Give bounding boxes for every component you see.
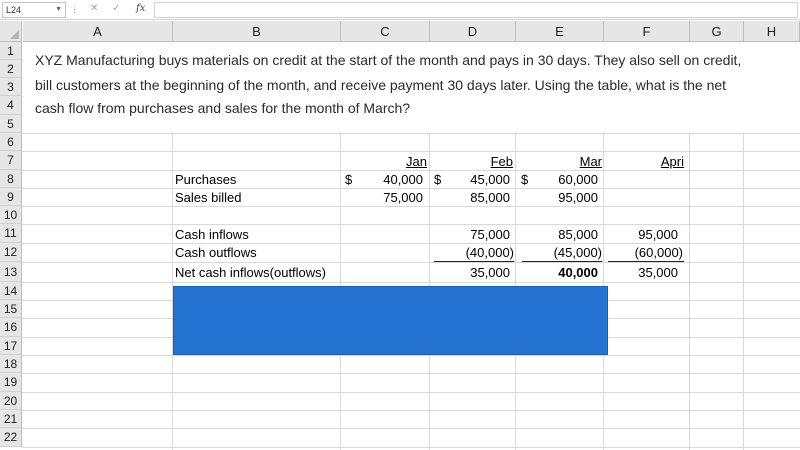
function-icon[interactable]: fx [136, 3, 145, 14]
column-header-e[interactable]: E [516, 21, 604, 42]
cash-outflows-mar[interactable]: (45,000) [528, 245, 602, 260]
question-line-3: cash flow from purchases and sales for t… [35, 100, 411, 116]
row-header[interactable]: 14 [0, 282, 22, 300]
name-box[interactable]: L24 ▼ [2, 2, 66, 18]
more-icon: ⋮ [70, 4, 79, 14]
net-cash-apr[interactable]: 35,000 [620, 265, 678, 280]
enter-icon[interactable]: ✓ [112, 3, 120, 14]
cash-inflows-apr[interactable]: 95,000 [620, 227, 678, 242]
purchases-jan[interactable]: 40,000 [360, 172, 423, 187]
row-header[interactable]: 19 [0, 373, 22, 392]
row-header[interactable]: 9 [0, 188, 22, 206]
answer-cover-box[interactable] [173, 286, 608, 355]
sales-billed-mar[interactable]: 95,000 [536, 190, 598, 205]
row-header[interactable]: 13 [0, 262, 22, 282]
row-header[interactable]: 15 [0, 300, 22, 318]
month-header-apr[interactable]: Apri [630, 154, 684, 169]
cash-inflows-feb[interactable]: 75,000 [450, 227, 510, 242]
month-header-mar[interactable]: Mar [550, 154, 602, 169]
column-header-a[interactable]: A [23, 21, 173, 42]
question-line-2: bill customers at the beginning of the m… [35, 77, 727, 93]
cash-outflows-feb[interactable]: (40,000) [440, 245, 514, 260]
currency-symbol: $ [521, 172, 529, 187]
row-header[interactable]: 7 [0, 151, 22, 170]
purchases-feb[interactable]: 45,000 [450, 172, 510, 187]
chevron-down-icon[interactable]: ▼ [55, 3, 62, 17]
row-header[interactable]: 4 [0, 96, 22, 115]
row-header[interactable]: 21 [0, 410, 22, 428]
sum-underline [608, 261, 684, 262]
column-header-c[interactable]: C [341, 21, 430, 42]
row-header[interactable]: 10 [0, 206, 22, 224]
row-header[interactable]: 22 [0, 428, 22, 447]
row-header[interactable]: 11 [0, 224, 22, 243]
row-header[interactable]: 1 [0, 42, 22, 60]
row-header[interactable]: 8 [0, 170, 22, 188]
question-line-1: XYZ Manufacturing buys materials on cred… [35, 52, 742, 68]
column-header-d[interactable]: D [430, 21, 516, 42]
formula-input[interactable] [154, 2, 798, 18]
name-box-value: L24 [6, 5, 22, 15]
cash-inflows-label[interactable]: Cash inflows [175, 227, 249, 242]
row-header[interactable]: 6 [0, 133, 22, 151]
sales-billed-label[interactable]: Sales billed [175, 190, 242, 205]
sales-billed-feb[interactable]: 85,000 [450, 190, 510, 205]
row-header[interactable]: 12 [0, 243, 22, 262]
currency-symbol: $ [345, 172, 353, 187]
net-cash-feb[interactable]: 35,000 [450, 265, 510, 280]
row-header[interactable]: 20 [0, 392, 22, 410]
column-header-h[interactable]: H [744, 21, 800, 42]
cash-outflows-apr[interactable]: (60,000) [610, 245, 683, 260]
row-header[interactable]: 3 [0, 78, 22, 96]
purchases-label[interactable]: Purchases [175, 172, 236, 187]
net-cash-label[interactable]: Net cash inflows(outflows) [175, 265, 326, 280]
column-header-g[interactable]: G [690, 21, 744, 42]
cash-inflows-mar[interactable]: 85,000 [536, 227, 598, 242]
row-header[interactable]: 5 [0, 115, 22, 133]
net-cash-mar[interactable]: 40,000 [536, 265, 598, 280]
row-header[interactable]: 17 [0, 337, 22, 355]
sum-underline [434, 261, 514, 262]
month-header-feb[interactable]: Feb [460, 154, 513, 169]
purchases-mar[interactable]: 60,000 [536, 172, 598, 187]
row-header[interactable]: 2 [0, 60, 22, 78]
cash-outflows-label[interactable]: Cash outflows [175, 245, 257, 260]
column-header-b[interactable]: B [173, 21, 341, 42]
row-header[interactable]: 18 [0, 355, 22, 373]
month-header-jan[interactable]: Jan [380, 154, 427, 169]
currency-symbol: $ [434, 172, 442, 187]
formula-bar: L24 ▼ ⋮ ✕ ✓ fx [0, 0, 800, 20]
row-header[interactable]: 16 [0, 318, 22, 337]
sum-underline [522, 261, 602, 262]
column-header-f[interactable]: F [604, 21, 690, 42]
sales-billed-jan[interactable]: 75,000 [360, 190, 423, 205]
select-all-corner[interactable] [0, 21, 22, 42]
cancel-icon[interactable]: ✕ [90, 3, 98, 14]
